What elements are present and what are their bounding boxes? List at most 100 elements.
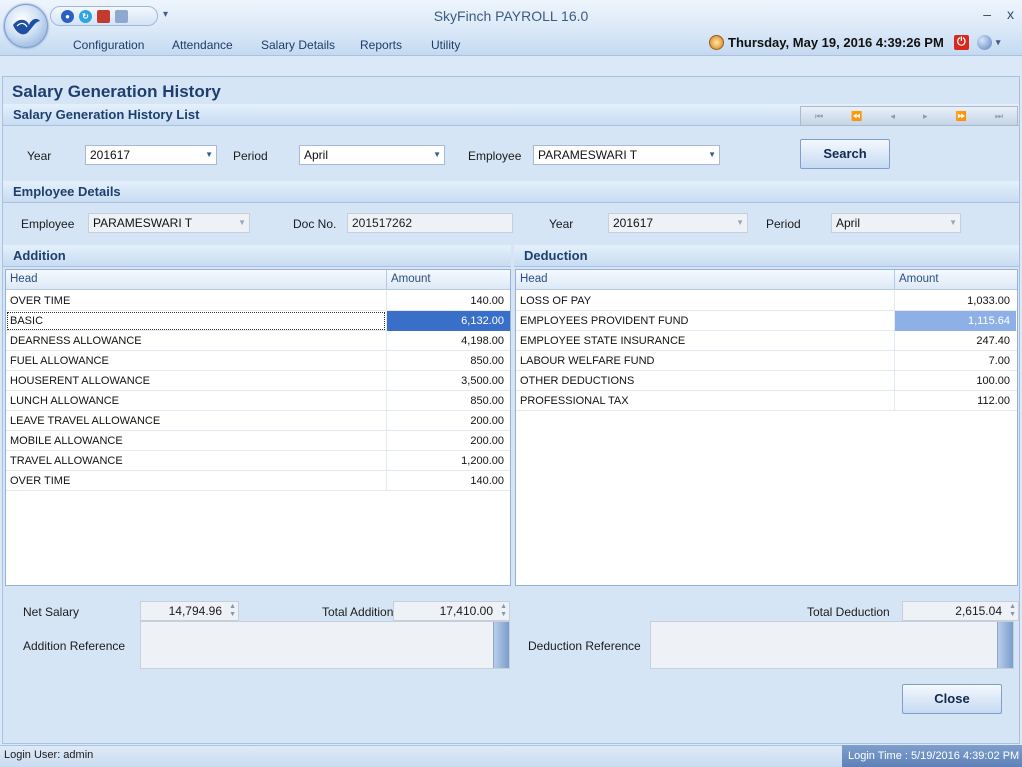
login-user-status: Login User: admin — [4, 749, 94, 761]
prev-record-icon[interactable]: ◂ — [890, 111, 895, 122]
clock-icon — [709, 35, 724, 50]
addition-section-title: Addition — [13, 248, 66, 263]
globe-icon[interactable] — [976, 35, 992, 50]
deduction-table-row[interactable]: OTHER DEDUCTIONS 100.00 — [516, 371, 1017, 391]
list-section-title: Salary Generation History List — [13, 107, 200, 122]
menu-reports[interactable]: Reports — [360, 38, 402, 52]
details-section-header: Employee Details — [3, 181, 1019, 203]
chevron-down-icon: ▼ — [433, 150, 441, 159]
total-deduction-value: 2,615.04 — [955, 604, 1002, 618]
filter-period-label: Period — [233, 149, 268, 163]
addition-table-row[interactable]: TRAVEL ALLOWANCE 1,200.00 — [6, 451, 510, 471]
deduction-row-head: EMPLOYEE STATE INSURANCE — [520, 335, 686, 347]
close-button[interactable]: Close — [902, 684, 1002, 714]
addition-reference-textarea[interactable] — [140, 621, 510, 669]
addition-table-row[interactable]: MOBILE ALLOWANCE 200.00 — [6, 431, 510, 451]
addition-table-row[interactable]: BASIC 6,132.00 — [6, 311, 510, 331]
addition-row-head: FUEL ALLOWANCE — [10, 355, 109, 367]
deduction-table-row[interactable]: LABOUR WELFARE FUND 7.00 — [516, 351, 1017, 371]
addition-row-head: TRAVEL ALLOWANCE — [10, 455, 123, 467]
first-record-icon[interactable]: ⏮ — [815, 111, 823, 122]
chevron-down-icon: ▼ — [949, 218, 957, 227]
addition-row-amount: 4,198.00 — [461, 335, 504, 347]
details-docno-field: 201517262 — [347, 213, 513, 233]
net-salary-field: 14,794.96 ▲ ▼ — [140, 601, 239, 621]
search-button[interactable]: Search — [800, 139, 890, 169]
options-dropdown-icon[interactable]: ▾ — [996, 37, 1001, 48]
deduction-row-amount: 1,115.64 — [967, 315, 1010, 327]
net-salary-value: 14,794.96 — [168, 604, 222, 618]
deduction-table-row[interactable]: PROFESSIONAL TAX 112.00 — [516, 391, 1017, 411]
chevron-down-icon: ▼ — [238, 218, 246, 227]
menu-salary-details[interactable]: Salary Details — [261, 38, 335, 52]
addition-grid-header: Head Amount — [6, 270, 510, 290]
details-docno-label: Doc No. — [293, 217, 337, 231]
deduction-row-amount: 247.40 — [976, 335, 1010, 347]
details-year-label: Year — [549, 217, 574, 231]
addition-table-row[interactable]: LEAVE TRAVEL ALLOWANCE 200.00 — [6, 411, 510, 431]
prev-page-icon[interactable]: ⏪ — [851, 111, 862, 122]
addition-table-row[interactable]: LUNCH ALLOWANCE 850.00 — [6, 391, 510, 411]
details-employee-value: PARAMESWARI T — [93, 216, 193, 230]
addition-head-column[interactable]: Head — [10, 273, 38, 285]
details-period-select: April ▼ — [831, 213, 961, 233]
deduction-row-head: EMPLOYEES PROVIDENT FUND — [520, 315, 689, 327]
addition-row-amount: 200.00 — [470, 415, 504, 427]
filter-period-select[interactable]: April ▼ — [299, 145, 445, 165]
close-window-button[interactable]: x — [1007, 6, 1014, 22]
addition-row-head: LUNCH ALLOWANCE — [10, 395, 120, 407]
addition-row-head: MOBILE ALLOWANCE — [10, 435, 123, 447]
app-orb-button[interactable] — [4, 4, 48, 48]
addition-row-amount: 140.00 — [470, 295, 504, 307]
filter-period-value: April — [304, 148, 329, 162]
deduction-amount-column[interactable]: Amount — [899, 273, 939, 285]
menu-utility[interactable]: Utility — [431, 38, 460, 52]
minimize-button[interactable]: – — [983, 6, 991, 22]
deduction-section-title: Deduction — [524, 248, 588, 263]
addition-table-row[interactable]: HOUSERENT ALLOWANCE 3,500.00 — [6, 371, 510, 391]
deduction-table-row[interactable]: EMPLOYEE STATE INSURANCE 247.40 — [516, 331, 1017, 351]
power-icon[interactable]: ⏻ — [953, 35, 969, 50]
addition-section-header: Addition — [3, 245, 511, 267]
addition-reference-label: Addition Reference — [23, 639, 126, 653]
details-year-value: 201617 — [613, 216, 654, 230]
spinner-icon: ▲ ▼ — [500, 603, 507, 618]
bird-logo-icon — [13, 18, 40, 35]
deduction-table-row[interactable]: LOSS OF PAY 1,033.00 — [516, 291, 1017, 311]
spinner-icon: ▲ ▼ — [1009, 603, 1016, 618]
menu-configuration[interactable]: Configuration — [73, 38, 144, 52]
details-employee-label: Employee — [21, 217, 75, 231]
addition-table-row[interactable]: OVER TIME 140.00 — [6, 291, 510, 311]
scrollbar[interactable] — [493, 622, 509, 668]
deduction-reference-textarea[interactable] — [650, 621, 1014, 669]
next-record-icon[interactable]: ▸ — [923, 111, 928, 122]
addition-row-head: DEARNESS ALLOWANCE — [10, 335, 142, 347]
deduction-head-column[interactable]: Head — [520, 273, 548, 285]
filter-employee-select[interactable]: PARAMESWARI T ▼ — [533, 145, 720, 165]
deduction-table-row[interactable]: EMPLOYEES PROVIDENT FUND 1,115.64 — [516, 311, 1017, 331]
page-title: Salary Generation History — [12, 82, 221, 101]
deduction-grid-header: Head Amount — [516, 270, 1017, 290]
last-record-icon[interactable]: ⏭ — [995, 111, 1003, 122]
deduction-row-head: OTHER DEDUCTIONS — [520, 375, 635, 387]
addition-row-head: BASIC — [10, 315, 44, 327]
next-page-icon[interactable]: ⏩ — [956, 111, 967, 122]
datetime-text: Thursday, May 19, 2016 4:39:26 PM — [728, 35, 944, 50]
addition-row-head: LEAVE TRAVEL ALLOWANCE — [10, 415, 161, 427]
addition-row-amount: 850.00 — [470, 395, 504, 407]
scrollbar[interactable] — [997, 622, 1013, 668]
details-year-select: 201617 ▼ — [608, 213, 748, 233]
details-employee-select: PARAMESWARI T ▼ — [88, 213, 250, 233]
addition-table-row[interactable]: FUEL ALLOWANCE 850.00 — [6, 351, 510, 371]
filter-year-select[interactable]: 201617 ▼ — [85, 145, 217, 165]
header-datetime: Thursday, May 19, 2016 4:39:26 PM ⏻ ▾ — [709, 35, 1000, 50]
deduction-row-amount: 112.00 — [977, 395, 1010, 407]
deduction-grid: Head Amount LOSS OF PAY 1,033.00 EMPLOYEES… — [515, 269, 1018, 586]
total-addition-field: 17,410.00 ▲ ▼ — [393, 601, 510, 621]
addition-table-row[interactable]: OVER TIME 140.00 — [6, 471, 510, 491]
addition-table-row[interactable]: DEARNESS ALLOWANCE 4,198.00 — [6, 331, 510, 351]
window-title: SkyFinch PAYROLL 16.0 — [433, 8, 589, 24]
details-section-title: Employee Details — [13, 184, 121, 199]
addition-amount-column[interactable]: Amount — [391, 273, 431, 285]
menu-attendance[interactable]: Attendance — [172, 38, 233, 52]
